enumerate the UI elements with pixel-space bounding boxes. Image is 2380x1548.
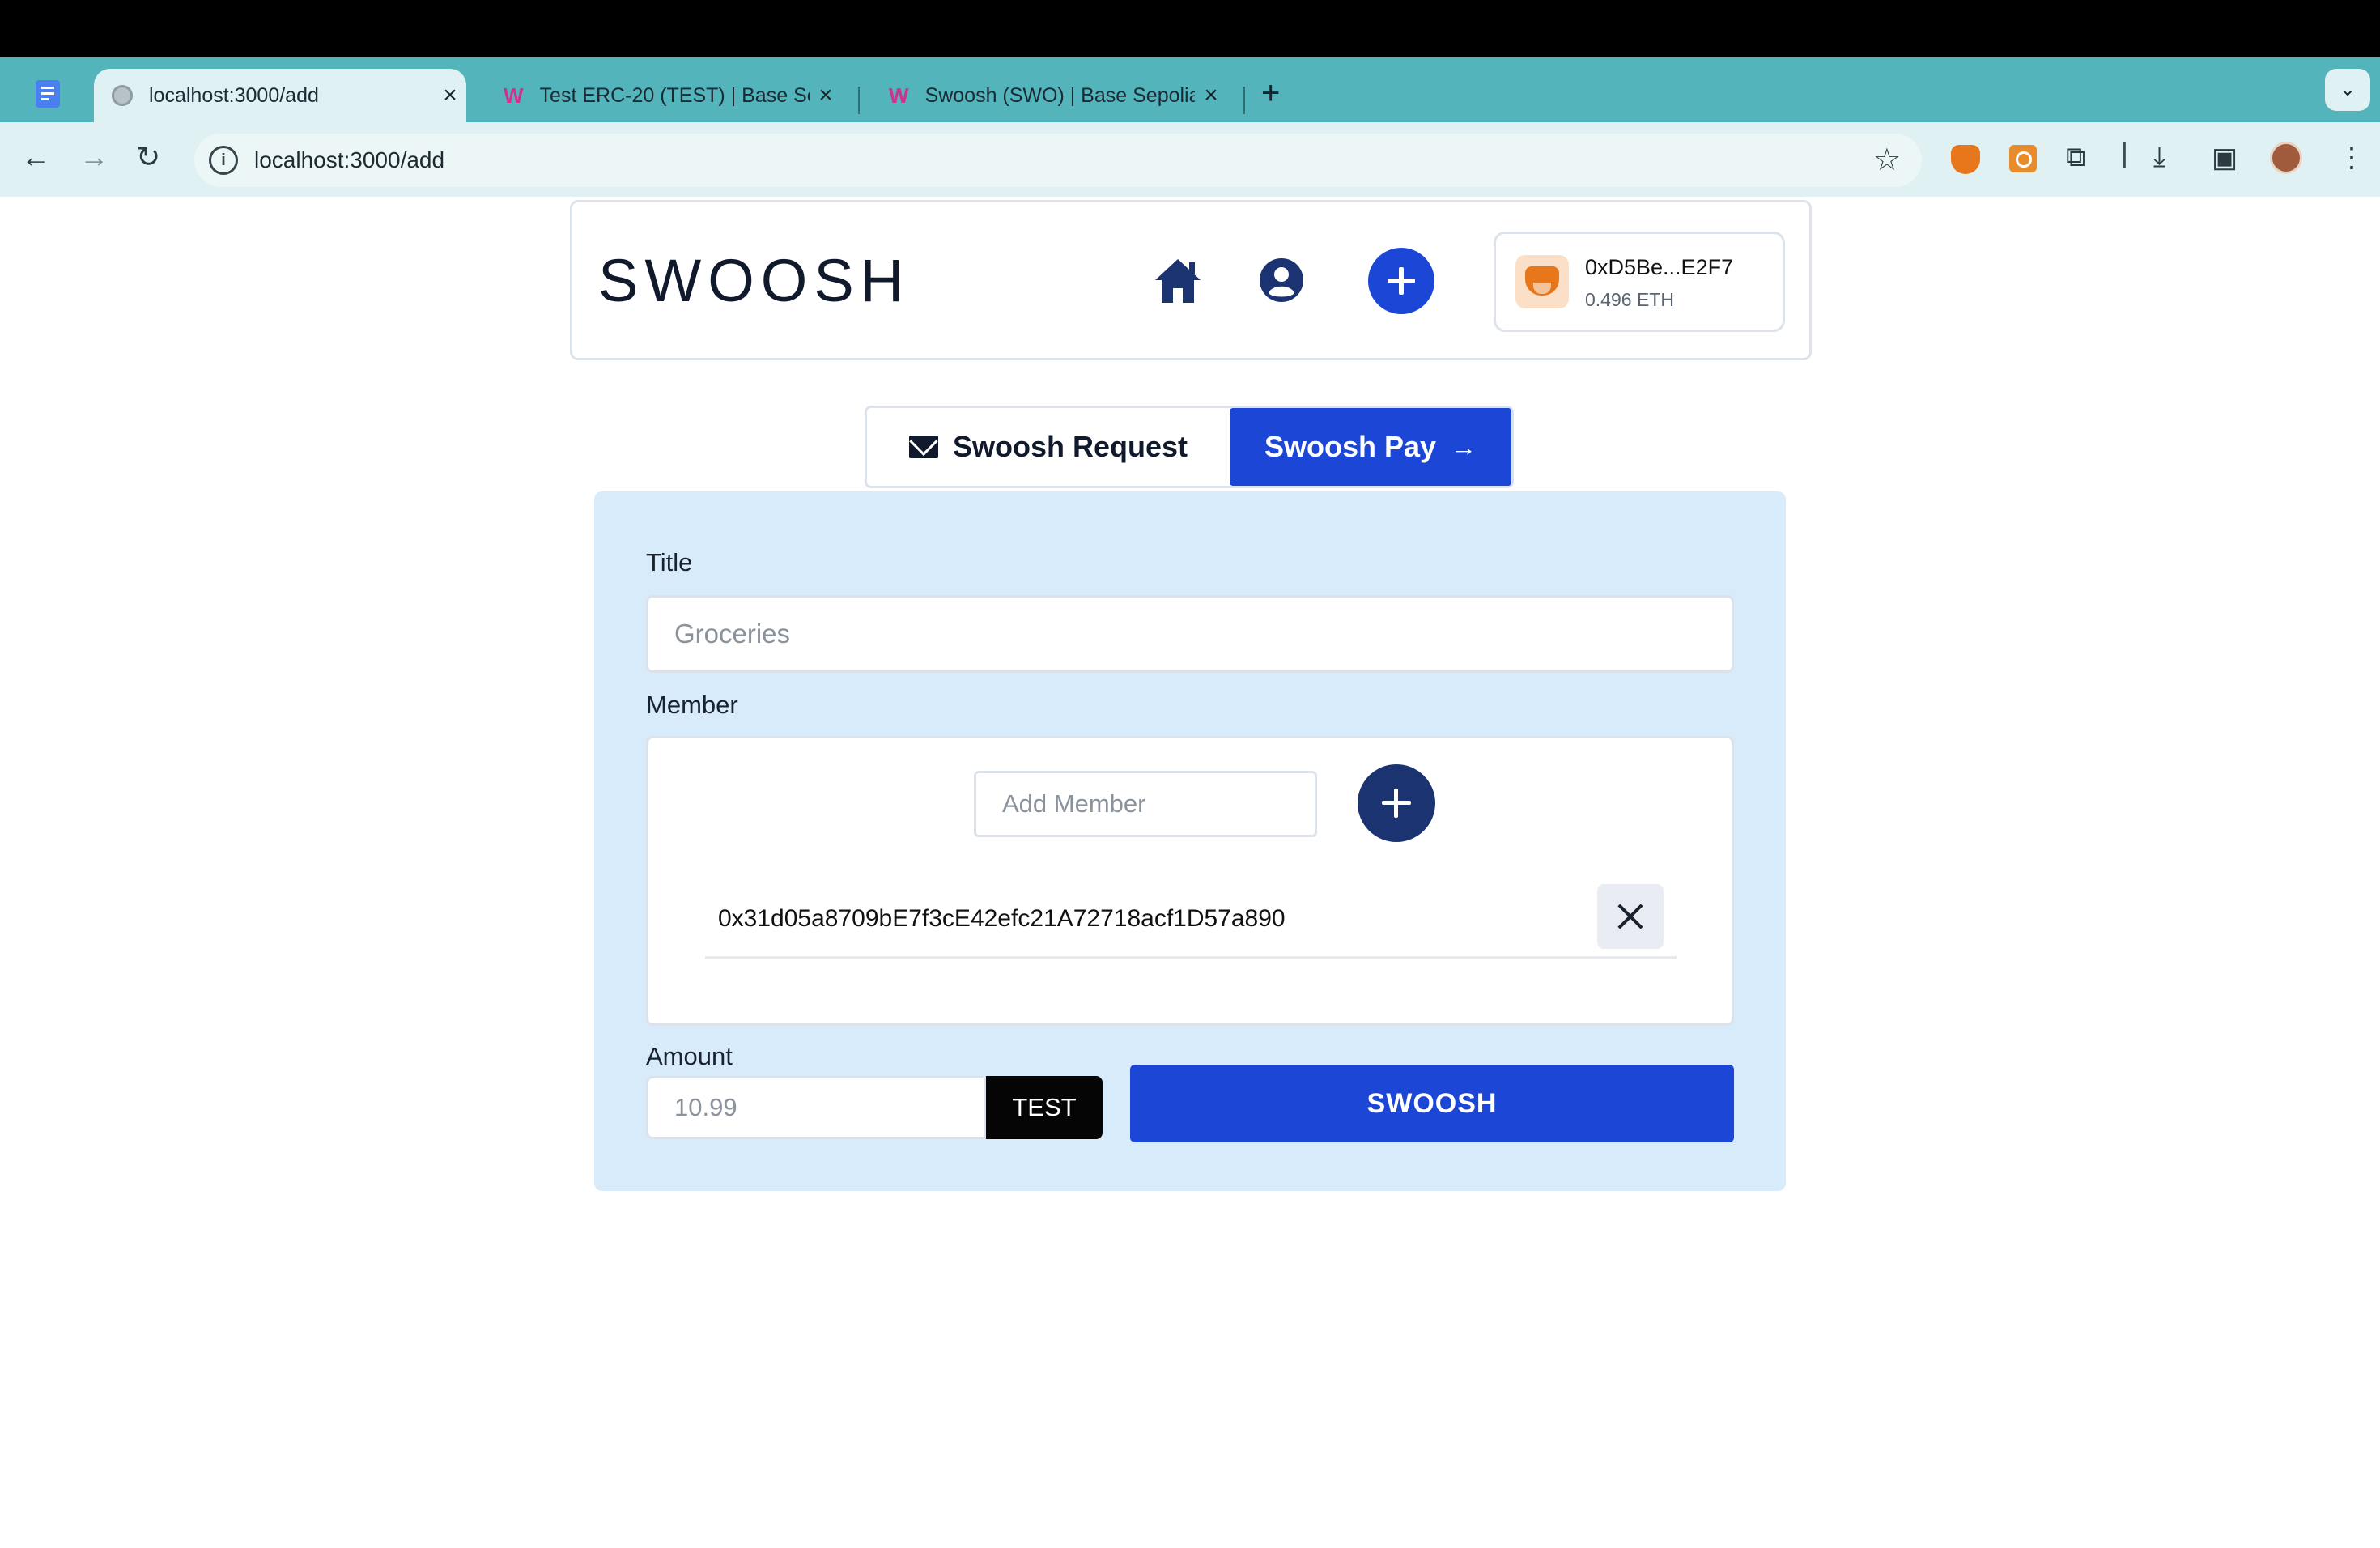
remove-member-button[interactable]: [1597, 884, 1664, 949]
member-section: Add Member 0x31d05a8709bE7f3cE42efc21A72…: [646, 736, 1734, 1026]
docs-app-icon[interactable]: [36, 80, 60, 108]
puzzle-icon[interactable]: ⧉: [2066, 142, 2085, 173]
toolbar-divider: |: [2121, 138, 2128, 169]
extension-o-icon[interactable]: [2009, 145, 2037, 172]
url-text[interactable]: localhost:3000/add: [254, 147, 444, 173]
browser-tabstrip: localhost:3000/add × W Test ERC-20 (TEST…: [0, 57, 2380, 122]
tab-search-button[interactable]: ⌄: [2325, 69, 2370, 111]
swoosh-form: Title Groceries Member Add Member 0x31d0…: [594, 491, 1786, 1191]
amount-label: Amount: [646, 1042, 733, 1070]
amount-input[interactable]: 10.99: [646, 1076, 986, 1139]
site-info-icon[interactable]: i: [209, 146, 238, 175]
tab-label: Swoosh Request: [952, 430, 1188, 463]
member-list-item: 0x31d05a8709bE7f3cE42efc21A72718acf1D57a…: [705, 884, 1677, 959]
tab-title: Test ERC-20 (TEST) | Base Se: [539, 83, 810, 107]
tab-title: localhost:3000/add: [149, 83, 319, 107]
member-address[interactable]: 0x31d05a8709bE7f3cE42efc21A72718acf1D57a…: [718, 905, 1286, 933]
page-content: SWOOSH 0xD5Be...E2F7 0.496 ETH Swoosh Re…: [0, 197, 2380, 1548]
title-label: Title: [646, 548, 693, 576]
tab-swoosh-swo[interactable]: W Swoosh (SWO) | Base Sepolia ×: [871, 69, 1227, 122]
reload-icon[interactable]: ↻: [136, 140, 160, 174]
arrow-right-icon: →: [1451, 432, 1477, 461]
sidebar-icon[interactable]: ▣: [2212, 142, 2238, 174]
swoosh-submit-button[interactable]: SWOOSH: [1130, 1065, 1734, 1142]
metamask-fox-icon: [1515, 255, 1569, 308]
mode-tabs: Swoosh Request Swoosh Pay →: [865, 406, 1514, 488]
browser-toolbar: ← → ↻ i localhost:3000/add ☆ ⧉ | ⤓ ▣ ⋮: [0, 122, 2380, 197]
metamask-icon[interactable]: [1951, 145, 1980, 174]
close-tab-icon[interactable]: ×: [1195, 82, 1227, 109]
wallet-balance: 0.496 ETH: [1585, 289, 1674, 310]
more-menu-icon[interactable]: ⋮: [2338, 142, 2365, 174]
add-member-input[interactable]: Add Member: [974, 771, 1317, 837]
app-logo[interactable]: SWOOSH: [598, 246, 910, 315]
profile-icon[interactable]: [1259, 257, 1304, 303]
title-input[interactable]: Groceries: [646, 595, 1734, 673]
tab-divider: [858, 87, 860, 114]
tab-test-erc20[interactable]: W Test ERC-20 (TEST) | Base Se ×: [486, 69, 842, 122]
tab-label: Swoosh Pay: [1264, 430, 1437, 463]
tab-swoosh-request[interactable]: Swoosh Request: [867, 408, 1230, 486]
profile-avatar[interactable]: [2270, 142, 2302, 174]
globe-icon: [112, 85, 133, 106]
close-tab-icon[interactable]: ×: [810, 82, 842, 109]
wallet-address: 0xD5Be...E2F7: [1585, 255, 1734, 279]
bookmark-star-icon[interactable]: ☆: [1873, 142, 1901, 178]
app-header: SWOOSH 0xD5Be...E2F7 0.496 ETH: [570, 200, 1812, 360]
tab-title: Swoosh (SWO) | Base Sepolia: [924, 83, 1195, 107]
forward-icon[interactable]: →: [79, 140, 108, 174]
tab-divider: [1243, 87, 1245, 114]
close-tab-icon[interactable]: ×: [434, 82, 466, 109]
basescan-icon: W: [889, 83, 909, 108]
back-icon[interactable]: ←: [21, 140, 50, 174]
home-icon[interactable]: [1152, 256, 1204, 304]
tab-localhost[interactable]: localhost:3000/add ×: [94, 69, 466, 122]
wallet-button[interactable]: 0xD5Be...E2F7 0.496 ETH: [1494, 232, 1785, 332]
download-icon[interactable]: ⤓: [2153, 142, 2165, 173]
add-expense-button[interactable]: [1368, 248, 1434, 314]
envelope-icon: [908, 436, 938, 458]
token-selector[interactable]: TEST: [986, 1076, 1103, 1139]
tab-swoosh-pay[interactable]: Swoosh Pay →: [1230, 408, 1511, 486]
basescan-icon: W: [504, 83, 524, 108]
add-member-button[interactable]: [1358, 764, 1435, 842]
member-label: Member: [646, 691, 738, 719]
new-tab-button[interactable]: +: [1261, 75, 1280, 112]
address-bar[interactable]: i localhost:3000/add ☆: [194, 134, 1922, 187]
screen-top-bar: [0, 0, 2380, 57]
